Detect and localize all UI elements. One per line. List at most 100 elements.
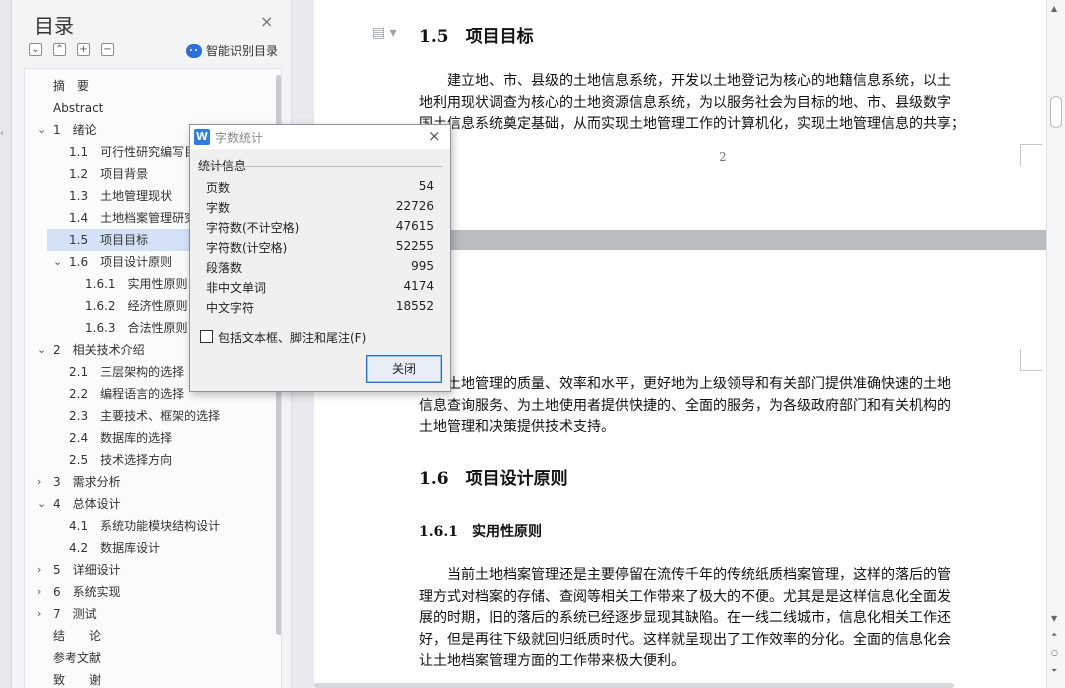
include-textbox-label[interactable]: 包括文本框、脚注和尾注(F) bbox=[218, 329, 366, 346]
toc-item-label: 2 相关技术介绍 bbox=[53, 343, 145, 357]
toc-item-label: 2.1 三层架构的选择 bbox=[69, 365, 185, 379]
page-number: 2 bbox=[719, 150, 727, 164]
dialog-title: 字数统计 bbox=[215, 131, 264, 145]
include-textbox-checkbox[interactable] bbox=[200, 330, 213, 343]
remove-heading-icon[interactable]: − bbox=[101, 43, 114, 56]
scroll-thumb[interactable] bbox=[1050, 96, 1062, 128]
stat-label: 字数 bbox=[206, 201, 231, 215]
stat-value: 54 bbox=[418, 179, 434, 193]
toc-item-label: 1.3 土地管理现状 bbox=[69, 189, 173, 203]
toc-item-label: 7 测试 bbox=[53, 607, 97, 621]
chevron-right-icon[interactable]: › bbox=[37, 581, 49, 603]
stat-label: 字符数(不计空格) bbox=[206, 221, 300, 235]
toc-item-label: 1.4 土地档案管理研究 bbox=[69, 211, 197, 225]
dialog-close-icon[interactable]: × bbox=[428, 127, 441, 145]
stat-value: 22726 bbox=[395, 199, 434, 213]
smart-toc-label: 智能识别目录 bbox=[206, 44, 279, 58]
prev-page-icon[interactable]: ⏶ bbox=[1051, 630, 1057, 640]
toc-item-label: 1.1 可行性研究编写目的 bbox=[69, 145, 209, 159]
text-line: 好，但是再往下级就回归纸质时代。这样就呈现出了工作效率的分化。全面的信息化会 bbox=[419, 631, 951, 648]
margin-corner-mark bbox=[1020, 144, 1042, 166]
dialog-titlebar: W 字数统计 × bbox=[190, 125, 450, 149]
text-line: 当前土地档案管理还是主要停留在流传千年的传统纸质档案管理，这样的落后的管 bbox=[419, 567, 951, 583]
chevron-right-icon[interactable]: › bbox=[37, 471, 49, 493]
horizontal-scrollbar[interactable] bbox=[314, 683, 954, 688]
stat-value: 52255 bbox=[395, 239, 434, 253]
stat-label: 页数 bbox=[206, 181, 231, 195]
toc-item-label: 致 谢 bbox=[53, 673, 102, 687]
toc-close-icon[interactable]: × bbox=[260, 12, 273, 31]
stat-value: 995 bbox=[411, 259, 434, 273]
close-button[interactable]: 关闭 bbox=[366, 355, 442, 383]
toc-item-label: 2.2 编程语言的选择 bbox=[69, 387, 185, 401]
heading-1-6-1: 1.6.1 实用性原则 bbox=[419, 524, 542, 540]
document-menu-icon[interactable]: ▤ ▾ bbox=[372, 25, 397, 41]
paragraph-project-goal: 建立地、市、县级的土地信息系统，开发以土地登记为核心的地籍信息系统，以土 地利用… bbox=[419, 71, 1019, 136]
stat-label: 段落数 bbox=[206, 261, 243, 275]
toc-item-label: 4.2 数据库设计 bbox=[69, 541, 161, 555]
expand-all-icon[interactable]: ⌃ bbox=[53, 43, 66, 56]
toc-item-label: 1.2 项目背景 bbox=[69, 167, 149, 181]
toc-item-label: 5 详细设计 bbox=[53, 563, 121, 577]
stat-value: 4174 bbox=[403, 279, 434, 293]
stat-label: 字符数(计空格) bbox=[206, 241, 288, 255]
text-line: 建立地、市、县级的土地信息系统，开发以土地登记为核心的地籍信息系统，以土 bbox=[419, 73, 951, 89]
toc-title: 目录 bbox=[34, 14, 74, 38]
toc-item-label: Abstract bbox=[53, 101, 104, 115]
toc-item-label: 2.4 数据库的选择 bbox=[69, 431, 173, 445]
left-edge-strip: ‹ bbox=[0, 0, 12, 688]
wps-writer-icon: W bbox=[194, 129, 210, 145]
stat-row: 段落数 995 bbox=[206, 257, 434, 277]
heading-1-6: 1.6 项目设计原则 bbox=[419, 469, 568, 489]
chevron-down-icon[interactable]: ⌄ bbox=[37, 119, 49, 141]
text-line: 土地管理和决策提供技术支持。 bbox=[419, 419, 615, 435]
toc-item[interactable]: 1.5 项目目标 bbox=[47, 229, 197, 251]
toc-item-label: 1 绪论 bbox=[53, 123, 97, 137]
toc-item-label: 1.6 项目设计原则 bbox=[69, 255, 173, 269]
margin-corner-mark bbox=[1020, 349, 1042, 371]
toc-item-label: 1.6.1 实用性原则 bbox=[85, 277, 188, 291]
toc-item-label: 4 总体设计 bbox=[53, 497, 121, 511]
scroll-up-icon[interactable]: ▲ bbox=[1051, 4, 1057, 13]
stat-value: 47615 bbox=[395, 219, 434, 233]
paragraph-continued: 提高土地管理的质量、效率和水平，更好地为上级领导和有关部门提供准确快速的土地 信… bbox=[419, 374, 1019, 439]
toc-item-label: 2.5 技术选择方向 bbox=[69, 453, 173, 467]
toc-item-label: 结 论 bbox=[53, 629, 102, 643]
toc-item-label: 参考文献 bbox=[53, 651, 102, 665]
chevron-down-icon[interactable]: ⌄ bbox=[37, 493, 49, 515]
stat-row: 页数 54 bbox=[206, 177, 434, 197]
toc-item-label: 摘 要 bbox=[53, 79, 90, 93]
toc-item-label: 6 系统实现 bbox=[53, 585, 121, 599]
chevron-down-icon[interactable]: ⌄ bbox=[37, 339, 49, 361]
text-line: 提高土地管理的质量、效率和水平，更好地为上级领导和有关部门提供准确快速的土地 bbox=[419, 376, 951, 392]
select-browse-icon[interactable]: ○ bbox=[1051, 648, 1058, 657]
vertical-scrollbar[interactable]: ▲ ▼ ⏶ ○ ⏷ bbox=[1046, 0, 1065, 688]
toc-item-label: 4.1 系统功能模块结构设计 bbox=[69, 519, 221, 533]
next-page-icon[interactable]: ⏷ bbox=[1051, 666, 1057, 676]
ai-robot-icon bbox=[186, 43, 202, 58]
stat-row: 字符数(计空格) 52255 bbox=[206, 237, 434, 257]
text-line: 地利用现状调查为核心的土地资源信息系统，为以服务社会为目标的地、市、县级数字 bbox=[419, 94, 951, 111]
stat-label: 非中文单词 bbox=[206, 281, 267, 295]
text-line: 信息查询服务、为土地使用者提供快捷的、全面的服务，为各级政府部门和有关机构的 bbox=[419, 397, 951, 414]
chevron-down-icon[interactable]: ⌄ bbox=[53, 251, 65, 273]
toc-item-label: 1.5 项目目标 bbox=[69, 233, 149, 247]
expand-arrow-icon[interactable]: ‹ bbox=[0, 128, 6, 140]
collapse-all-icon[interactable]: ⌄ bbox=[29, 43, 42, 56]
stat-row: 非中文单词 4174 bbox=[206, 277, 434, 297]
text-line: 让土地档案管理方面的工作带来极大便利。 bbox=[419, 653, 685, 669]
section-divider bbox=[198, 166, 442, 167]
chevron-right-icon[interactable]: › bbox=[37, 559, 49, 581]
text-line: 展的时期，旧的落后的系统已经逐步显现其缺陷。在一线二线城市，信息化相关工作还 bbox=[419, 610, 951, 626]
scroll-down-icon[interactable]: ▼ bbox=[1051, 614, 1057, 623]
stat-row: 字符数(不计空格) 47615 bbox=[206, 217, 434, 237]
heading-1-5: 1.5 项目目标 bbox=[419, 27, 534, 47]
stat-row: 字数 22726 bbox=[206, 197, 434, 217]
stat-row: 中文字符 18552 bbox=[206, 297, 434, 317]
add-heading-icon[interactable]: + bbox=[77, 43, 90, 56]
chevron-right-icon[interactable]: › bbox=[37, 603, 49, 625]
word-count-dialog: W 字数统计 × 统计信息 页数 54 字数 22726 字符数(不计空格) 47615 字… bbox=[189, 124, 451, 392]
toc-item-label: 1.6.2 经济性原则 bbox=[85, 299, 188, 313]
smart-toc-button[interactable]: 智能识别目录 bbox=[186, 42, 278, 59]
text-line: 理方式对档案的存储、查阅等相关工作带来了极大的不便。尤其是是这样信息化全面发 bbox=[419, 588, 951, 605]
